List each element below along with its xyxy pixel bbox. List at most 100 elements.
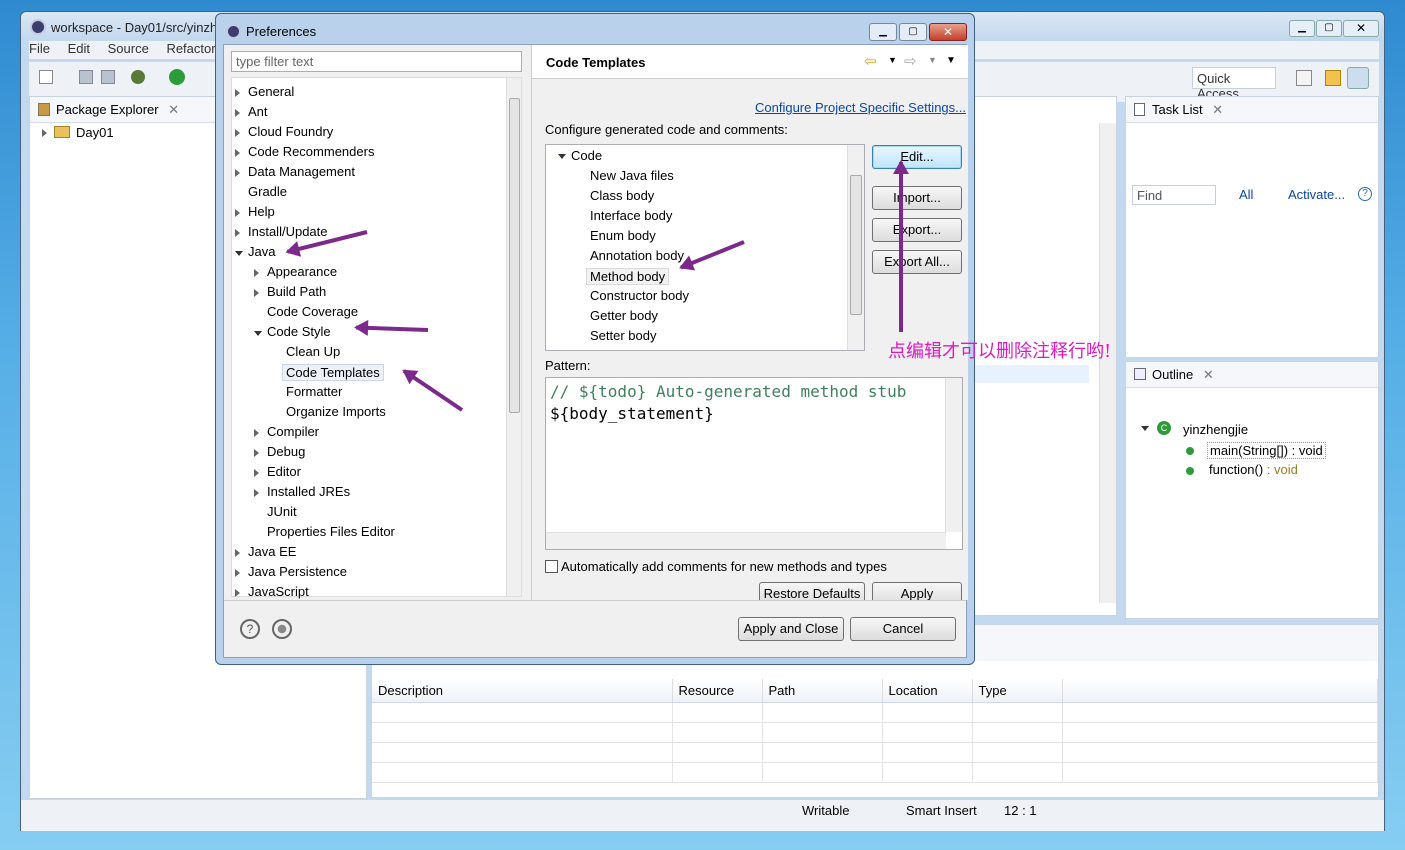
- expand-icon[interactable]: [235, 89, 240, 97]
- maximize-button[interactable]: ▢: [1316, 20, 1342, 37]
- forward-arrow-icon[interactable]: ⇨: [904, 52, 917, 70]
- quick-access-field[interactable]: Quick Access: [1192, 67, 1276, 101]
- task-list-tab[interactable]: Task List ✕: [1126, 97, 1378, 123]
- help-icon[interactable]: ?: [240, 619, 260, 639]
- editor-scrollbar[interactable]: [1099, 123, 1116, 603]
- template-item[interactable]: New Java files: [590, 168, 674, 183]
- templates-scroll-thumb[interactable]: [850, 175, 862, 315]
- template-item[interactable]: Enum body: [590, 228, 656, 243]
- tree-item[interactable]: Code Coverage: [267, 304, 358, 319]
- expand-icon[interactable]: [235, 129, 240, 137]
- tree-item[interactable]: Installed JREs: [267, 484, 350, 499]
- tree-item[interactable]: JUnit: [267, 504, 297, 519]
- task-find-field[interactable]: Find: [1132, 185, 1216, 205]
- auto-comments-checkbox[interactable]: [545, 560, 558, 573]
- tree-item[interactable]: Formatter: [286, 384, 342, 399]
- tree-item[interactable]: Code Templates: [282, 364, 384, 381]
- tree-item[interactable]: Data Management: [248, 164, 355, 179]
- export-button[interactable]: Export...: [872, 218, 962, 242]
- tree-item[interactable]: Ant: [248, 104, 268, 119]
- column-resource[interactable]: Resource: [672, 679, 763, 703]
- dialog-minimize-button[interactable]: ▁: [869, 23, 897, 41]
- tree-item[interactable]: General: [248, 84, 294, 99]
- save-icon[interactable]: [79, 70, 93, 84]
- tree-item[interactable]: Cloud Foundry: [248, 124, 333, 139]
- tree-item[interactable]: Editor: [267, 464, 301, 479]
- collapse-icon[interactable]: [254, 331, 262, 336]
- outline-member-main[interactable]: main(String[]) : void: [1207, 442, 1326, 459]
- dialog-close-button[interactable]: ✕: [929, 23, 967, 41]
- java-perspective-icon[interactable]: [1347, 67, 1369, 89]
- template-item[interactable]: Class body: [590, 188, 654, 203]
- tree-item[interactable]: Java: [248, 244, 275, 259]
- collapse-icon[interactable]: [235, 251, 243, 256]
- menu-refactor[interactable]: Refactor: [166, 41, 215, 56]
- expand-icon[interactable]: [254, 449, 259, 457]
- tree-item[interactable]: Properties Files Editor: [267, 524, 395, 539]
- expand-icon[interactable]: [235, 569, 240, 577]
- minimize-button[interactable]: ▁: [1289, 20, 1315, 37]
- import-button[interactable]: Import...: [872, 186, 962, 210]
- expand-icon[interactable]: [235, 229, 240, 237]
- pattern-hscroll[interactable]: [546, 532, 946, 549]
- template-item[interactable]: Constructor body: [590, 288, 689, 303]
- tree-item[interactable]: Compiler: [267, 424, 319, 439]
- tree-scrollbar[interactable]: [506, 78, 521, 596]
- help-icon[interactable]: ?: [1358, 187, 1372, 201]
- expand-icon[interactable]: [42, 129, 47, 137]
- task-activate-link[interactable]: Activate...: [1288, 187, 1345, 202]
- tree-item[interactable]: Help: [248, 204, 275, 219]
- close-tab-icon[interactable]: ✕: [168, 102, 179, 117]
- collapse-icon[interactable]: [558, 154, 566, 159]
- expand-icon[interactable]: [254, 489, 259, 497]
- tree-item[interactable]: Code Style: [267, 324, 331, 339]
- template-root-code[interactable]: Code: [571, 148, 602, 163]
- menu-source[interactable]: Source: [108, 41, 149, 56]
- auto-comments-label[interactable]: Automatically add comments for new metho…: [561, 559, 887, 574]
- expand-icon[interactable]: [254, 469, 259, 477]
- import-export-icon[interactable]: [272, 619, 292, 639]
- expand-icon[interactable]: [235, 589, 240, 597]
- debug-icon[interactable]: [131, 70, 145, 84]
- tree-item[interactable]: Java EE: [248, 544, 296, 559]
- template-item[interactable]: Getter body: [590, 308, 658, 323]
- cancel-button[interactable]: Cancel: [850, 617, 956, 641]
- close-tab-icon[interactable]: ✕: [1212, 102, 1223, 117]
- view-menu-icon[interactable]: ▼: [946, 55, 956, 66]
- project-day01[interactable]: Day01: [76, 125, 114, 140]
- expand-icon[interactable]: [235, 109, 240, 117]
- expand-icon[interactable]: [254, 269, 259, 277]
- filter-input[interactable]: type filter text: [231, 51, 522, 72]
- open-perspective-icon[interactable]: [1296, 70, 1312, 86]
- expand-icon[interactable]: [235, 149, 240, 157]
- template-item[interactable]: Method body: [586, 268, 670, 285]
- tree-item[interactable]: Code Recommenders: [248, 144, 374, 159]
- expand-icon[interactable]: [254, 429, 259, 437]
- collapse-icon[interactable]: [1141, 426, 1149, 431]
- tree-item[interactable]: Appearance: [267, 264, 337, 279]
- tree-item[interactable]: JavaScript: [248, 584, 309, 599]
- apply-and-close-button[interactable]: Apply and Close: [738, 617, 844, 641]
- pattern-vscroll[interactable]: [945, 378, 962, 532]
- tree-item[interactable]: Build Path: [267, 284, 326, 299]
- expand-icon[interactable]: [235, 209, 240, 217]
- tree-item[interactable]: Debug: [267, 444, 305, 459]
- menu-edit[interactable]: Edit: [68, 41, 90, 56]
- dialog-maximize-button[interactable]: ▢: [899, 23, 927, 41]
- tree-item[interactable]: Clean Up: [286, 344, 340, 359]
- template-item[interactable]: Interface body: [590, 208, 672, 223]
- close-tab-icon[interactable]: ✕: [1203, 367, 1214, 382]
- menu-file[interactable]: File: [29, 41, 50, 56]
- configure-project-link[interactable]: Configure Project Specific Settings...: [755, 100, 966, 115]
- export-all-button[interactable]: Export All...: [872, 250, 962, 274]
- java-ee-perspective-icon[interactable]: [1325, 70, 1341, 86]
- edit-button[interactable]: Edit...: [872, 145, 962, 169]
- outline-tab[interactable]: Outline ✕: [1126, 362, 1378, 388]
- save-all-icon[interactable]: [101, 70, 115, 84]
- column-description[interactable]: Description: [372, 679, 673, 703]
- outline-class[interactable]: yinzhengjie: [1183, 422, 1248, 437]
- column-path[interactable]: Path: [762, 679, 883, 703]
- pattern-editor[interactable]: // ${todo} Auto-generated method stub ${…: [545, 377, 963, 550]
- expand-icon[interactable]: [254, 289, 259, 297]
- back-arrow-icon[interactable]: ⇦: [864, 52, 877, 70]
